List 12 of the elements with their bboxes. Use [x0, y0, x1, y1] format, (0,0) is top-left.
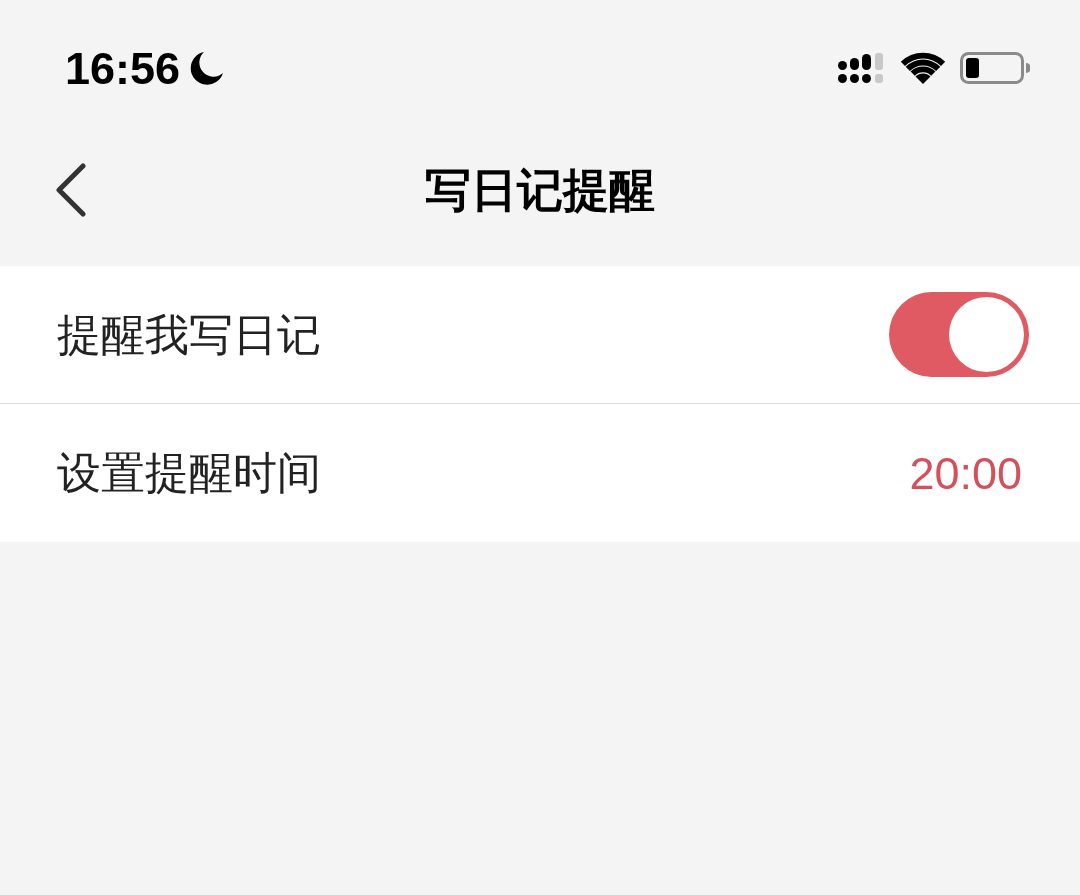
page-title: 写日记提醒 [425, 167, 655, 213]
setting-row[interactable]: 提醒我写日记 [0, 266, 1080, 403]
setting-row[interactable]: 设置提醒时间 20:00 [0, 404, 1080, 542]
setting-label: 设置提醒时间 [57, 451, 321, 495]
setting-label: 提醒我写日记 [57, 312, 321, 357]
time-value: 20:00 [909, 450, 1022, 496]
status-time: 16:56 [65, 45, 181, 91]
wifi-icon [900, 52, 946, 84]
back-chevron-icon [55, 163, 87, 217]
signal-icon [838, 53, 886, 83]
battery-icon [960, 52, 1030, 84]
moon-icon [190, 51, 225, 85]
